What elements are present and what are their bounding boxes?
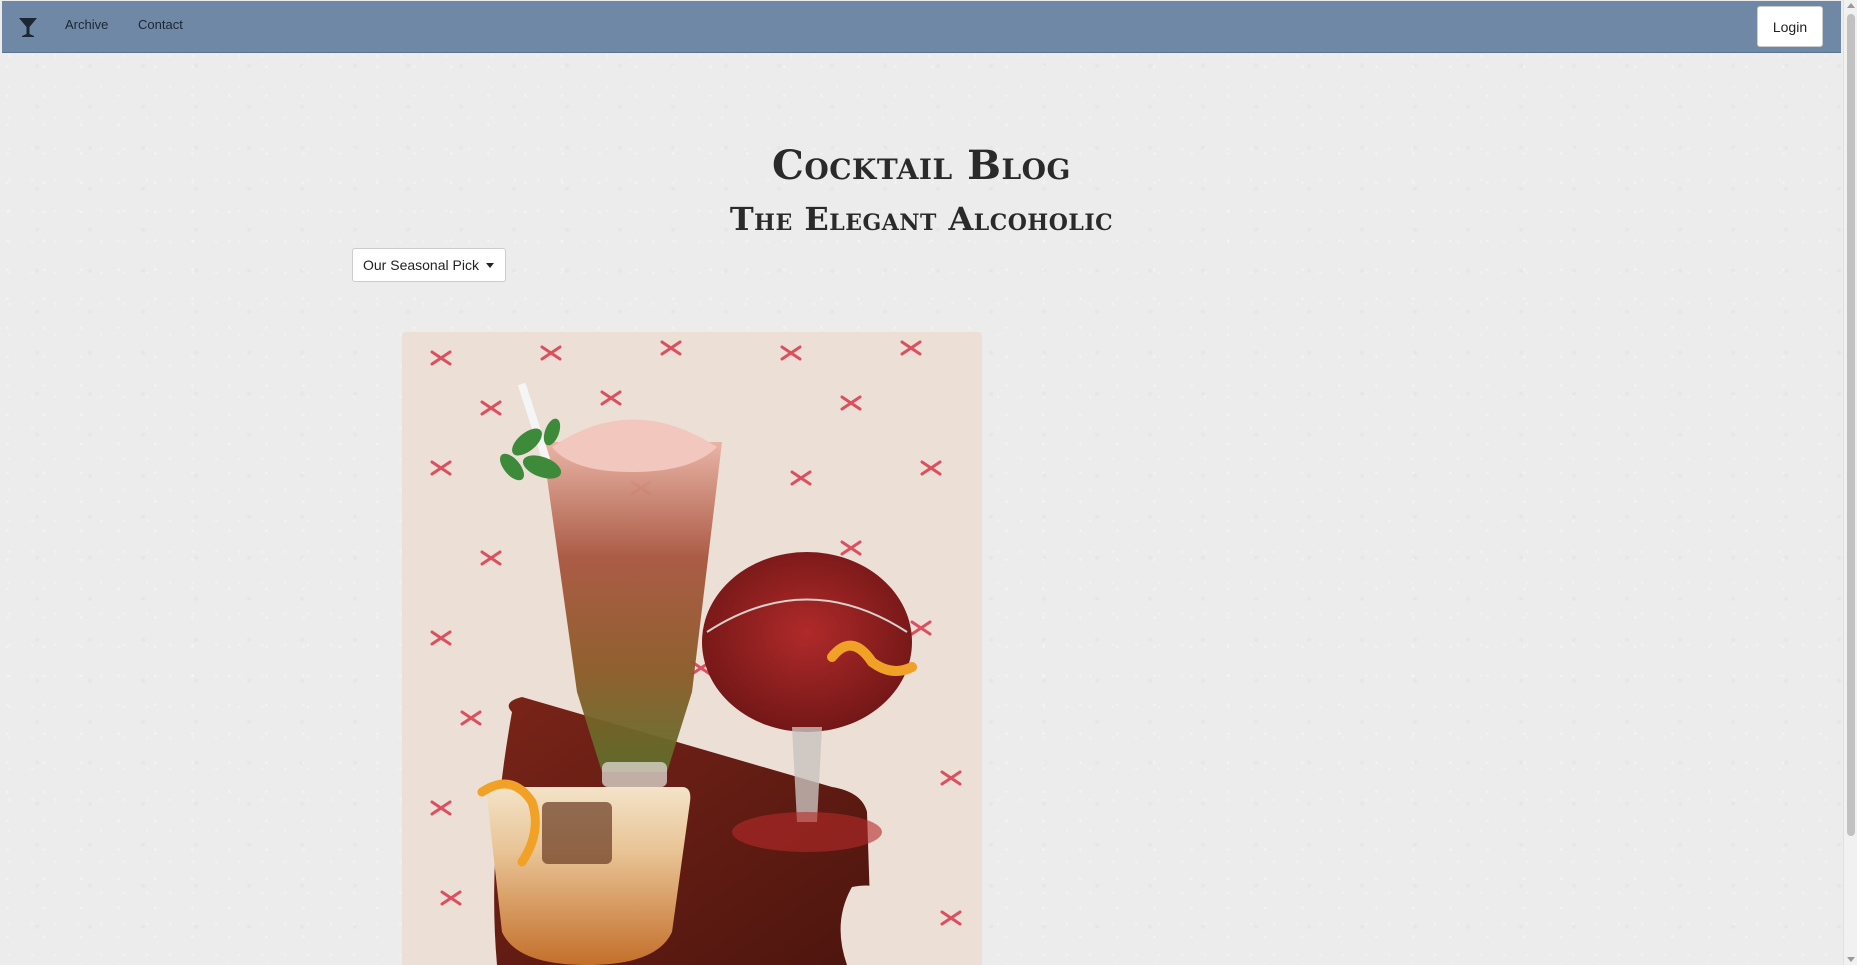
- top-navbar: Archive Contact Login: [2, 1, 1841, 53]
- dropdown-label: Our Seasonal Pick: [363, 257, 479, 273]
- cocktail-glass-icon[interactable]: [16, 15, 40, 39]
- page-scrollbar[interactable]: [1843, 0, 1857, 965]
- scroll-up-icon[interactable]: [1847, 3, 1855, 8]
- featured-cocktail-image: [402, 332, 982, 965]
- page-subtitle: The Elegant Alcoholic: [729, 200, 1114, 238]
- login-button[interactable]: Login: [1757, 6, 1823, 47]
- page-title: Cocktail Blog: [772, 142, 1071, 189]
- scroll-down-icon[interactable]: [1847, 957, 1855, 962]
- nav-link-contact[interactable]: Contact: [138, 17, 183, 32]
- seasonal-pick-dropdown[interactable]: Our Seasonal Pick: [352, 248, 506, 282]
- scrollbar-thumb[interactable]: [1847, 14, 1855, 836]
- nav-link-archive[interactable]: Archive: [65, 17, 108, 32]
- caret-down-icon: [485, 262, 494, 268]
- page: Archive Contact Login Cocktail Blog The …: [0, 0, 1843, 965]
